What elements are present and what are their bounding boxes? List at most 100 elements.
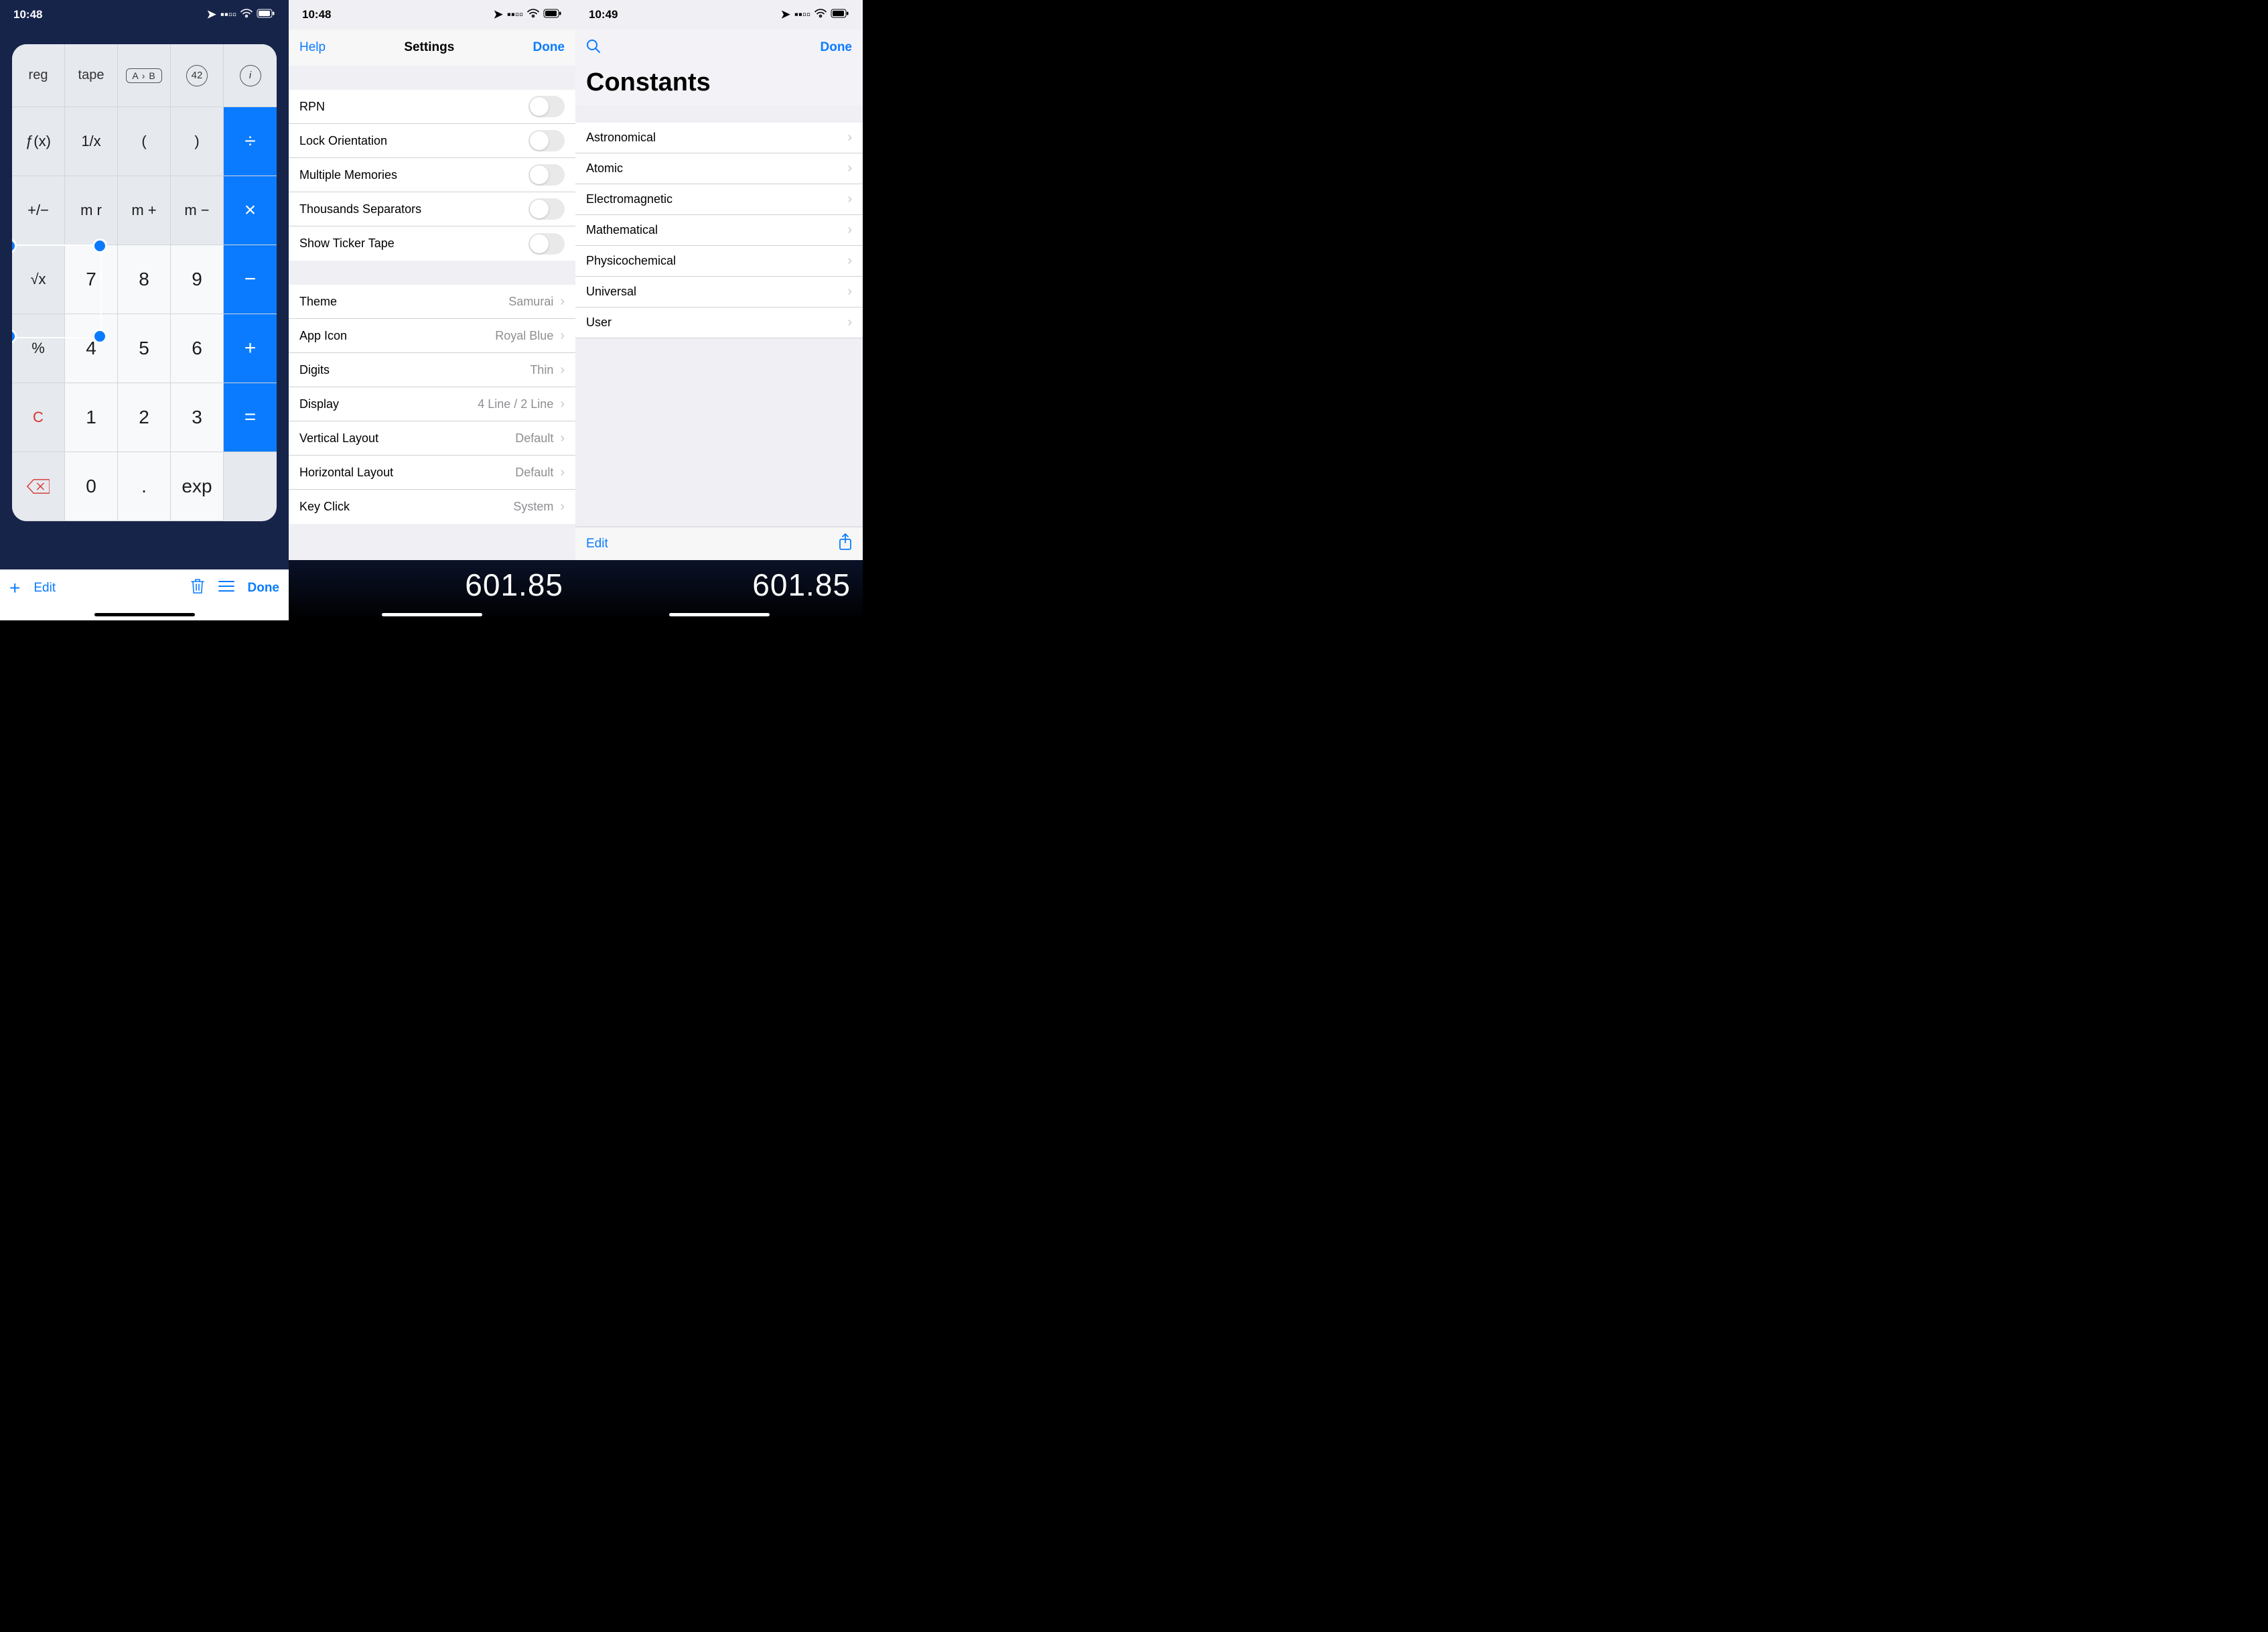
location-icon: ➤ [207,8,216,21]
home-indicator[interactable] [94,613,195,616]
row-digits[interactable]: DigitsThin› [289,353,575,387]
switch-lock-orientation[interactable] [528,130,565,151]
key-mr[interactable]: m r [65,176,118,245]
row-display[interactable]: Display4 Line / 2 Line› [289,387,575,421]
switch-thousands-separators[interactable] [528,198,565,220]
trash-icon[interactable] [190,577,205,599]
page-title: Constants [575,66,863,105]
row-multiple-memories: Multiple Memories [289,158,575,192]
row-vertical-layout[interactable]: Vertical LayoutDefault› [289,421,575,456]
key-clear[interactable]: C [12,383,65,452]
key-2[interactable]: 2 [118,383,171,452]
key-0[interactable]: 0 [65,452,118,521]
key-decimal[interactable]: . [118,452,171,521]
options-group: ThemeSamurai› App IconRoyal Blue› Digits… [289,285,575,524]
key-multiply[interactable]: × [224,176,277,245]
key-reg[interactable]: reg [12,44,65,107]
key-4[interactable]: 4 [65,314,118,383]
done-button[interactable]: Done [248,581,280,596]
row-lock-orientation: Lock Orientation [289,124,575,158]
backspace-icon [27,478,50,494]
chevron-right-icon: › [847,130,852,145]
row-label: Digits [299,363,330,377]
row-theme[interactable]: ThemeSamurai› [289,285,575,319]
home-indicator[interactable] [669,613,770,616]
key-5[interactable]: 5 [118,314,171,383]
key-percent[interactable]: % [12,314,65,383]
calculator-display: 601.85 [575,560,863,620]
category-physicochemical[interactable]: Physicochemical› [575,246,863,277]
category-label: Atomic [586,161,623,176]
edit-button[interactable]: Edit [33,581,56,596]
row-value: Samurai [508,295,553,309]
key-exp[interactable]: exp [171,452,224,521]
status-bar: 10:49 ➤ ▪▪▫▫ [575,0,863,29]
hamburger-icon[interactable] [218,580,234,596]
row-horizontal-layout[interactable]: Horizontal LayoutDefault› [289,456,575,490]
key-6[interactable]: 6 [171,314,224,383]
category-label: Physicochemical [586,254,676,268]
location-icon: ➤ [494,8,503,21]
row-value: Royal Blue [495,329,553,343]
category-label: User [586,316,612,330]
key-7[interactable]: 7 [65,245,118,314]
wifi-icon [527,8,539,21]
key-mplus[interactable]: m + [118,176,171,245]
category-electromagnetic[interactable]: Electromagnetic› [575,184,863,215]
row-show-ticker-tape: Show Ticker Tape [289,226,575,261]
edit-button[interactable]: Edit [586,537,608,551]
done-button[interactable]: Done [533,40,565,55]
category-universal[interactable]: Universal› [575,277,863,308]
key-lparen[interactable]: ( [118,107,171,176]
category-astronomical[interactable]: Astronomical› [575,123,863,153]
key-rparen[interactable]: ) [171,107,224,176]
key-info[interactable]: i [224,44,277,107]
share-icon[interactable] [839,533,852,555]
status-bar: 10:48 ➤ ▪▪▫▫ [0,0,289,29]
selection-handle-br[interactable] [92,329,107,344]
row-app-icon[interactable]: App IconRoyal Blue› [289,319,575,353]
search-icon[interactable] [586,39,601,57]
key-8[interactable]: 8 [118,245,171,314]
key-reciprocal[interactable]: 1/x [65,107,118,176]
status-icons: ➤ ▪▪▫▫ [781,8,849,21]
key-sqrt[interactable]: √x [12,245,65,314]
switch-multiple-memories[interactable] [528,164,565,186]
battery-icon [831,8,849,21]
row-rpn: RPN [289,90,575,124]
row-value: Default [515,431,553,446]
key-fx[interactable]: ƒ(x) [12,107,65,176]
selection-handle-tr[interactable] [92,239,107,253]
add-button[interactable]: + [9,577,20,599]
switch-show-ticker-tape[interactable] [528,233,565,255]
help-button[interactable]: Help [299,40,326,55]
key-tape[interactable]: tape [65,44,118,107]
key-plus[interactable]: + [224,314,277,383]
key-constants[interactable]: 42 [171,44,224,107]
key-mminus[interactable]: m − [171,176,224,245]
row-key-click[interactable]: Key ClickSystem› [289,490,575,524]
switch-rpn[interactable] [528,96,565,117]
key-convert[interactable]: A › B [118,44,171,107]
category-mathematical[interactable]: Mathematical› [575,215,863,246]
key-backspace[interactable] [12,452,65,521]
chevron-right-icon: › [847,192,852,207]
done-button[interactable]: Done [821,40,853,55]
key-9[interactable]: 9 [171,245,224,314]
key-sign[interactable]: +/− [12,176,65,245]
row-value: Thin [530,363,553,377]
key-equals[interactable]: = [224,383,277,452]
status-icons: ➤ ▪▪▫▫ [207,8,275,21]
category-atomic[interactable]: Atomic› [575,153,863,184]
category-user[interactable]: User› [575,308,863,338]
key-3[interactable]: 3 [171,383,224,452]
row-label: RPN [299,100,325,114]
constants-pane: 10:49 ➤ ▪▪▫▫ Done Constants Astronomical… [575,0,863,620]
row-value: Default [515,466,553,480]
row-label: App Icon [299,329,347,343]
row-value: 4 Line / 2 Line [478,397,553,411]
key-minus[interactable]: − [224,245,277,314]
key-divide[interactable]: ÷ [224,107,277,176]
key-1[interactable]: 1 [65,383,118,452]
home-indicator[interactable] [382,613,482,616]
